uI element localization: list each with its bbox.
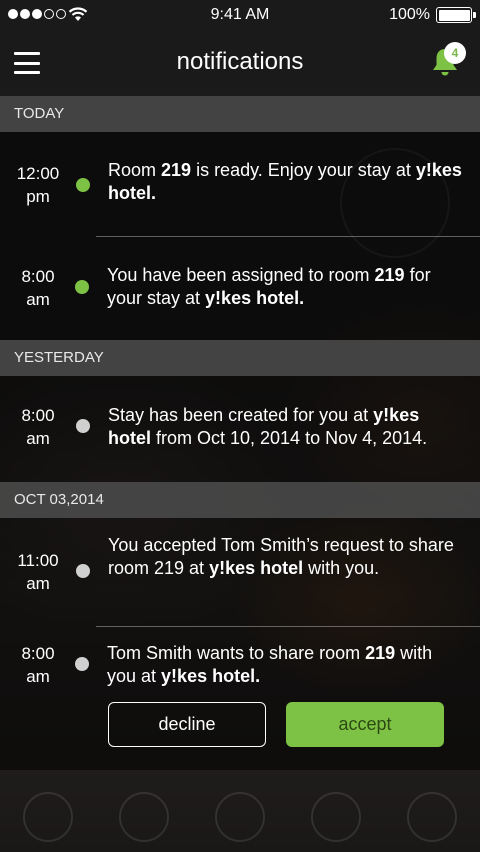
notification-message: You accepted Tom Smith’s request to shar… [108, 518, 480, 626]
notification-count-badge: 4 [444, 42, 466, 64]
message-text: You have been assigned to room [107, 265, 375, 285]
read-indicator-dot [76, 419, 90, 433]
notification-time: 8:00 am [0, 627, 76, 770]
section-body: 12:00 pm Room 219 is ready. Enjoy your sta… [0, 132, 480, 340]
notification-time-value: 12:00 [16, 164, 60, 183]
notification-time: 8:00 am [0, 237, 76, 340]
notification-time-value: 11:00 [17, 551, 59, 570]
message-highlight: y!kes hotel. [161, 666, 261, 686]
accept-button[interactable]: accept [286, 702, 444, 747]
section-header: OCT 03,2014 [0, 482, 480, 518]
notification-time-value: 8:00 [21, 644, 55, 663]
notification-item[interactable]: 8:00 am You have been assigned to room 219… [21, 236, 480, 340]
unread-indicator-dot [75, 280, 89, 294]
notification-time: 11:00 am [0, 518, 76, 626]
navigation-bar: notifications 4 [0, 30, 480, 96]
notification-item[interactable]: 11:00 am You accepted Tom Smith’s request … [0, 518, 480, 626]
battery-percentage: 100% [389, 6, 430, 23]
message-highlight: 219 [374, 265, 405, 285]
notification-item[interactable]: 8:00 am Tom Smith wants to share room 219 … [21, 626, 480, 770]
notification-item[interactable]: 8:00 am Stay has been created for you at y… [0, 376, 480, 482]
message-highlight: 219 [161, 160, 192, 180]
notification-message: You have been assigned to room 219 for y… [107, 237, 480, 340]
message-highlight: 219 [365, 643, 396, 663]
message-text: is ready. Enjoy your stay at [191, 160, 416, 180]
notification-list: TODAY 12:00 pm Room 219 is ready. Enjoy you… [0, 96, 480, 770]
screen: 9:41 AM 100% notifications 4 TODAY 12:00 p… [0, 0, 480, 852]
notification-time-period: pm [26, 187, 50, 206]
message-highlight: y!kes hotel [209, 558, 304, 578]
notification-time-period: am [26, 667, 50, 686]
unread-indicator-dot [76, 178, 90, 192]
message-text: Stay has been created for you at [108, 405, 374, 425]
read-indicator-dot [75, 657, 89, 671]
notification-message: Stay has been created for you at y!kes h… [108, 376, 480, 482]
notification-time-period: am [26, 574, 50, 593]
section-body: 11:00 am You accepted Tom Smith’s request … [0, 518, 480, 770]
notification-time-period: am [26, 290, 50, 309]
status-bar: 9:41 AM 100% [0, 0, 480, 30]
notification-time-period: am [26, 429, 50, 448]
notification-time-value: 8:00 [21, 267, 55, 286]
message-highlight: y!kes hotel. [205, 288, 305, 308]
page-title: notifications [176, 48, 304, 75]
message-text: with you. [303, 558, 380, 578]
decline-button[interactable]: decline [108, 702, 266, 747]
notification-time: 8:00 am [0, 376, 76, 482]
message-text: Tom Smith wants to share room [107, 643, 366, 663]
section-header: YESTERDAY [0, 340, 480, 376]
section-body: 8:00 am Stay has been created for you at y… [0, 376, 480, 482]
notification-time: 12:00 pm [0, 132, 76, 236]
notification-message: Tom Smith wants to share room 219 with y… [107, 627, 480, 770]
message-text: from Oct 10, 2014 to Nov 4, 2014. [151, 428, 428, 448]
battery-icon [436, 7, 476, 23]
read-indicator-dot [76, 564, 90, 578]
notification-time-value: 8:00 [21, 406, 55, 425]
section-header: TODAY [0, 96, 480, 132]
notification-item[interactable]: 12:00 pm Room 219 is ready. Enjoy your sta… [0, 132, 480, 236]
message-text: Room [108, 160, 162, 180]
notification-message: Room 219 is ready. Enjoy your stay at y!… [108, 132, 480, 236]
